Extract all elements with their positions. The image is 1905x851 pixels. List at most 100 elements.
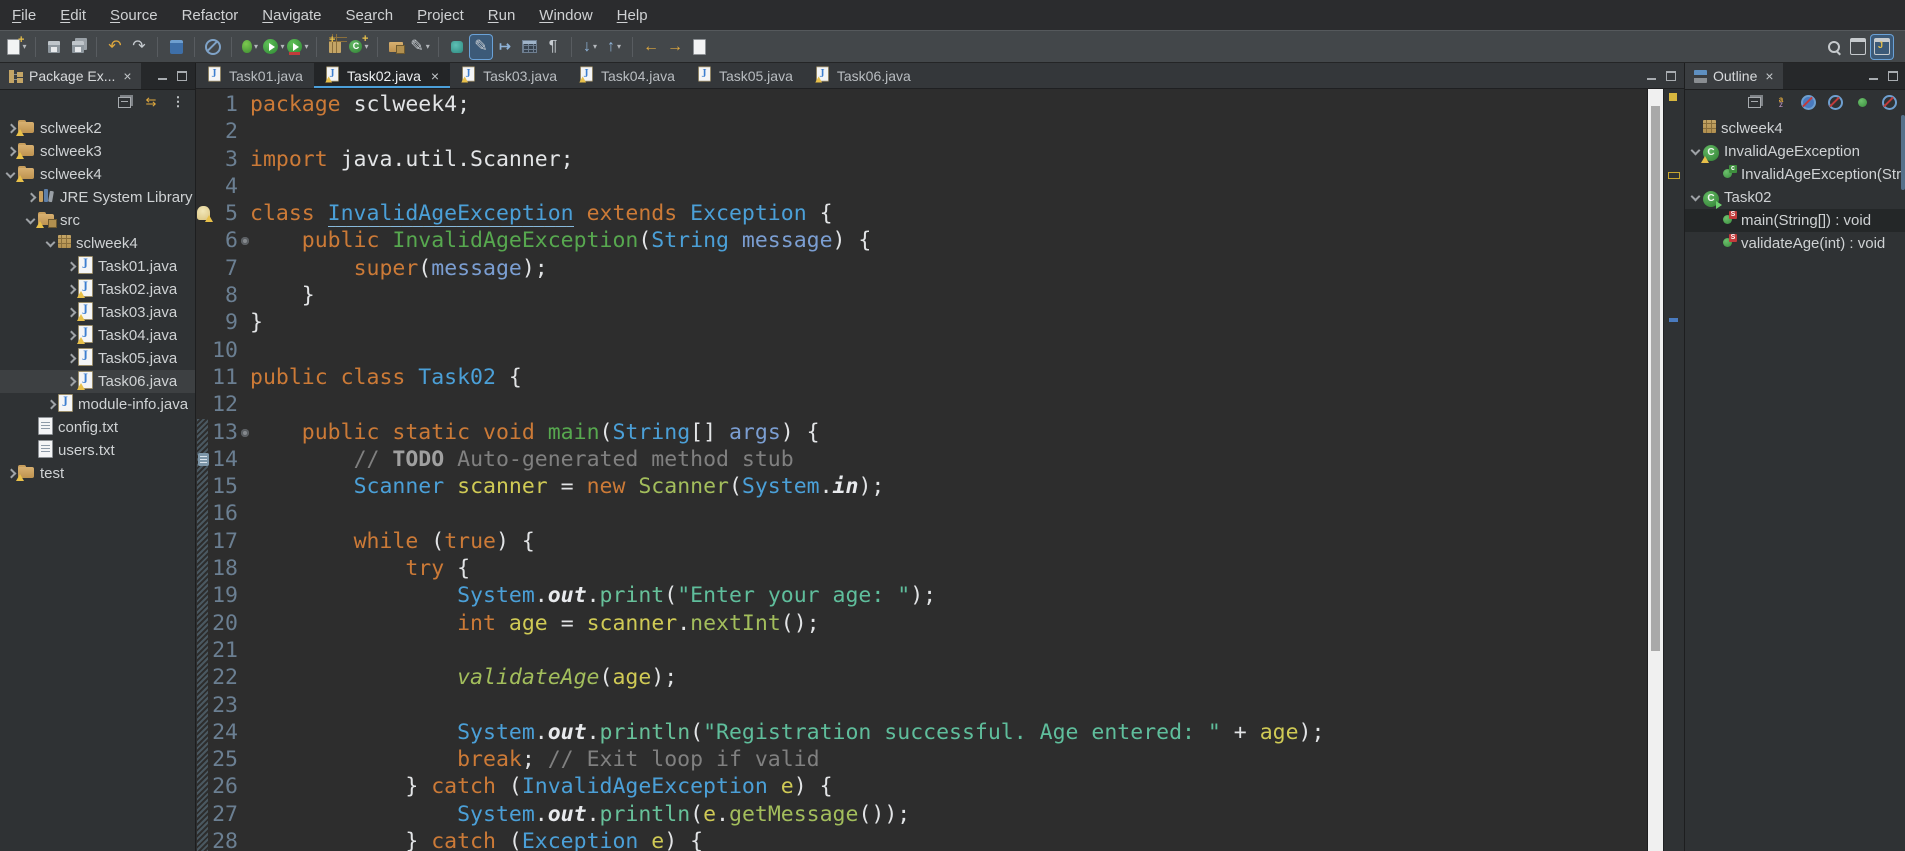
overview-ruler[interactable] [1663,89,1685,851]
hide-non-public-icon[interactable] [1853,93,1871,111]
toolbar-java-editor-active-button[interactable]: ✎ [470,34,492,59]
editor-tab-task06-java[interactable]: Task06.java [804,63,922,88]
menu-file[interactable]: File [0,0,48,30]
overview-warning-mark-2[interactable] [1668,172,1680,179]
package-explorer-tab[interactable]: Package Ex... × [0,63,141,89]
outline-item-task02[interactable]: C Task02 [1685,186,1905,209]
code-line-16[interactable]: 16 [196,500,1647,527]
menu-refactor[interactable]: Refac t or [170,0,251,30]
fold-toggle-icon[interactable] [241,428,249,437]
toolbar-run-button[interactable]: ▾ [263,35,285,59]
toolbar-last-edit-location-button[interactable] [688,35,710,59]
explorer-item-task06-java[interactable]: Task06.java [0,370,195,393]
outline-item-sclweek4[interactable]: sclweek4 [1685,117,1905,140]
code-line-7[interactable]: 7 super(message); [196,255,1647,282]
code-line-19[interactable]: 19 System.out.print("Enter your age: "); [196,582,1647,609]
chevron-down-icon[interactable] [44,237,58,251]
toolbar-java-perspective-button[interactable] [1871,34,1893,59]
code-line-14[interactable]: 14 // TODO Auto-generated method stub [196,446,1647,473]
outline-item-invalidageexception[interactable]: C InvalidAgeException [1685,140,1905,163]
toolbar-open-type-button[interactable]: ↦ [494,35,516,59]
code-line-22[interactable]: 22 validateAge(age); [196,664,1647,691]
close-outline-icon[interactable]: × [1765,68,1773,84]
toolbar-java-editor-button[interactable]: ✎ ▾ [409,35,431,59]
toolbar-open-console-button[interactable] [165,35,187,59]
explorer-item-task02-java[interactable]: Task02.java [0,278,195,301]
toolbar-previous-annotation-button[interactable]: ↑ ▾ [603,35,625,59]
menu-run[interactable]: Run [476,0,528,30]
explorer-item-task03-java[interactable]: Task03.java [0,301,195,324]
code-line-13[interactable]: 13 public static void main(String[] args… [196,419,1647,446]
toolbar-new-wizard-button[interactable]: ▾ [6,34,28,59]
toolbar-redo-button[interactable]: ↷ [128,35,150,59]
minimize-icon[interactable] [1647,77,1656,80]
code-line-9[interactable]: 9} [196,309,1647,336]
close-package-explorer-icon[interactable]: × [123,68,131,84]
outline-scrollbar-thumb[interactable] [1901,115,1905,190]
explorer-item-src[interactable]: src [0,209,195,232]
toolbar-external-tools-button[interactable] [446,35,468,59]
chevron-right-icon[interactable] [64,260,78,274]
explorer-item-sclweek3[interactable]: sclweek3 [0,140,195,163]
code-line-1[interactable]: 1 package sclweek4; [196,91,1647,118]
code-line-21[interactable]: 21 [196,637,1647,664]
toolbar-new-package-button[interactable] [385,35,407,59]
code-line-23[interactable]: 23 [196,692,1647,719]
editor-tab-task01-java[interactable]: Task01.java [196,63,314,88]
close-tab-icon[interactable]: × [431,68,439,84]
menu-window[interactable]: Window [527,0,604,30]
outline-tab[interactable]: Outline × [1685,63,1783,89]
maximize-icon[interactable] [177,71,187,81]
chevron-right-icon[interactable] [64,306,78,320]
outline-item-main-string-void[interactable]: Smain(String[]) : void [1685,209,1905,232]
chevron-right-icon[interactable] [64,352,78,366]
code-line-2[interactable]: 2 [196,118,1647,145]
toolbar-show-view-table-button[interactable] [518,35,540,59]
code-line-25[interactable]: 25 break; // Exit loop if valid [196,746,1647,773]
explorer-item-test[interactable]: test [0,462,195,485]
code-line-26[interactable]: 26 } catch (InvalidAgeException e) { [196,773,1647,800]
toolbar-save-all-button[interactable] [67,35,89,59]
toolbar-show-whitespace-button[interactable]: ¶ [542,35,564,59]
explorer-item-task04-java[interactable]: Task04.java [0,324,195,347]
toolbar-open-perspective-button[interactable] [1847,35,1869,59]
toolbar-search-button[interactable] [1823,35,1845,59]
chevron-right-icon[interactable] [24,191,38,205]
editor-tab-task05-java[interactable]: Task05.java [686,63,804,88]
explorer-item-jre-system-library[interactable]: JRE System Library [0,186,195,209]
chevron-right-icon[interactable] [64,283,78,297]
editor-scrollbar-thumb[interactable] [1651,106,1660,651]
maximize-icon[interactable] [1666,70,1676,81]
toolbar-save-button[interactable] [43,35,65,59]
editor-scrollbar[interactable] [1647,89,1663,851]
explorer-item-task01-java[interactable]: Task01.java [0,255,195,278]
task-marker-icon[interactable] [198,452,209,466]
code-line-28[interactable]: 28 } catch (Exception e) { [196,828,1647,851]
toolbar-debug-button[interactable]: ▾ [239,35,261,59]
toolbar-next-annotation-button[interactable]: ↓ ▾ [579,35,601,59]
toolbar-coverage-button[interactable]: ▾ [287,35,309,59]
menu-source[interactable]: Source [98,0,170,30]
toolbar-new-java-project-button[interactable] [324,33,347,59]
chevron-right-icon[interactable] [44,398,58,412]
hide-static-members-icon[interactable] [1826,93,1844,111]
editor-tab-task03-java[interactable]: Task03.java [450,63,568,88]
minimize-icon[interactable] [158,78,167,80]
explorer-item-task05-java[interactable]: Task05.java [0,347,195,370]
menu-project[interactable]: Project [405,0,476,30]
editor-tab-task02-java[interactable]: Task02.java × [313,63,451,88]
code-line-15[interactable]: 15 Scanner scanner = new Scanner(System.… [196,473,1647,500]
editor-tab-task04-java[interactable]: Task04.java [568,63,686,88]
chevron-down-icon[interactable] [1689,191,1703,205]
toolbar-forward-button[interactable]: → [664,35,686,59]
menu-edit[interactable]: Edit [48,0,98,30]
fold-toggle-icon[interactable] [241,237,249,246]
code-editor[interactable]: 1 package sclweek4; 2 3 import java.util.Sca… [196,89,1647,851]
hide-local-types-icon[interactable] [1880,93,1898,111]
code-line-5[interactable]: 5 class InvalidAgeException extends Excep… [196,200,1647,228]
outline-item-invalidageexception-string-[interactable]: cInvalidAgeException(String) [1685,163,1905,186]
code-line-10[interactable]: 10 [196,337,1647,364]
code-line-27[interactable]: 27 System.out.println(e.getMessage()); [196,801,1647,828]
code-line-6[interactable]: 6 public InvalidAgeException(String mess… [196,227,1647,254]
code-line-24[interactable]: 24 System.out.println("Registration succ… [196,719,1647,746]
